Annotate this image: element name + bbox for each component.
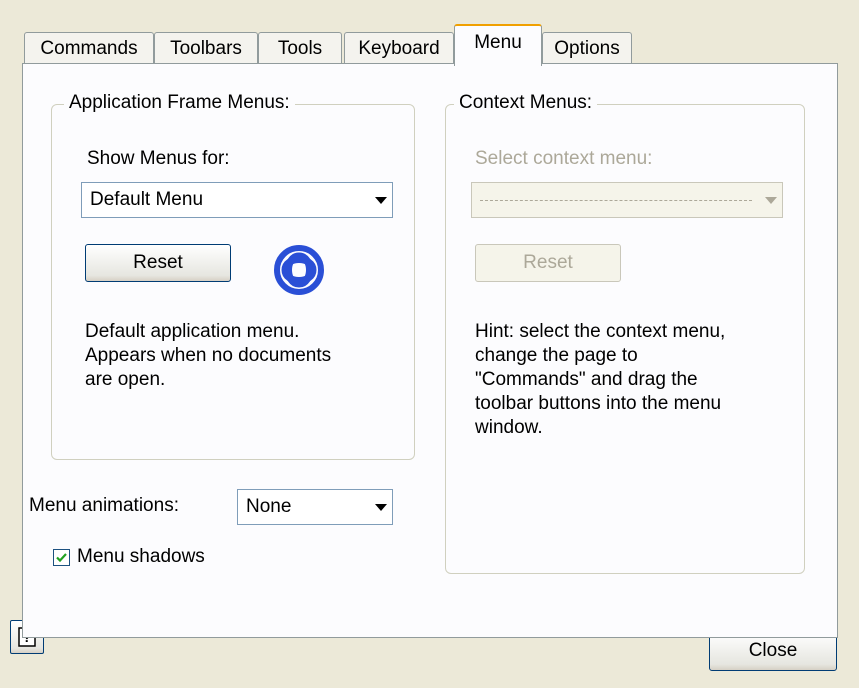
hint-line: toolbar buttons into the menu [475, 393, 722, 414]
show-menus-value: Default Menu [90, 189, 204, 210]
chevron-down-icon[interactable] [760, 183, 782, 217]
tab-toolbars[interactable]: Toolbars [154, 32, 258, 64]
menu-page-panel: Application Frame Menus: Show Menus for:… [22, 63, 838, 638]
tab-label: Tools [277, 37, 323, 59]
menu-animations-select[interactable]: None [237, 489, 393, 525]
tab-label: Menu [474, 32, 522, 53]
menu-animations-label: Menu animations: [29, 495, 179, 516]
description-line: Default application menu. [85, 321, 300, 342]
tab-menu[interactable]: Menu [454, 24, 542, 66]
chevron-down-icon[interactable] [370, 490, 392, 524]
select-context-label: Select context menu: [475, 148, 653, 169]
show-menus-label: Show Menus for: [87, 148, 230, 169]
context-hint: Hint: select the context menu, change th… [475, 320, 725, 440]
description-line: are open. [85, 369, 166, 390]
empty-selection [480, 199, 752, 201]
menu-animations-value: None [246, 496, 292, 517]
app-reset-button[interactable]: Reset [85, 244, 231, 282]
tab-options[interactable]: Options [542, 32, 632, 64]
tab-label: Keyboard [358, 37, 440, 59]
show-menus-select[interactable]: Default Menu [81, 182, 393, 218]
tab-label: Commands [40, 37, 138, 59]
application-frame-legend: Application Frame Menus: [64, 92, 295, 114]
context-reset-label: Reset [523, 252, 573, 273]
app-logo-icon [273, 244, 325, 296]
app-description: Default application menu. Appears when n… [85, 320, 331, 392]
chevron-down-icon[interactable] [370, 183, 392, 217]
context-reset-button[interactable]: Reset [475, 244, 621, 282]
hint-line: change the page to [475, 345, 638, 366]
checkmark-icon [56, 553, 67, 563]
tab-tools[interactable]: Tools [258, 32, 342, 64]
context-menus-legend: Context Menus: [454, 92, 598, 114]
menu-shadows-checkbox[interactable] [53, 549, 70, 566]
hint-line: "Commands" and drag the [475, 369, 698, 390]
context-menu-select[interactable] [471, 182, 783, 218]
close-label: Close [748, 640, 798, 661]
tab-label: Options [554, 37, 620, 59]
tab-keyboard[interactable]: Keyboard [344, 32, 454, 64]
hint-line: window. [475, 417, 543, 438]
tab-label: Toolbars [170, 37, 242, 59]
hint-line: Hint: select the context menu, [475, 321, 726, 342]
description-line: Appears when no documents [85, 345, 332, 366]
app-reset-label: Reset [133, 252, 183, 273]
menu-shadows-label: Menu shadows [77, 546, 205, 567]
tab-commands[interactable]: Commands [24, 32, 154, 64]
